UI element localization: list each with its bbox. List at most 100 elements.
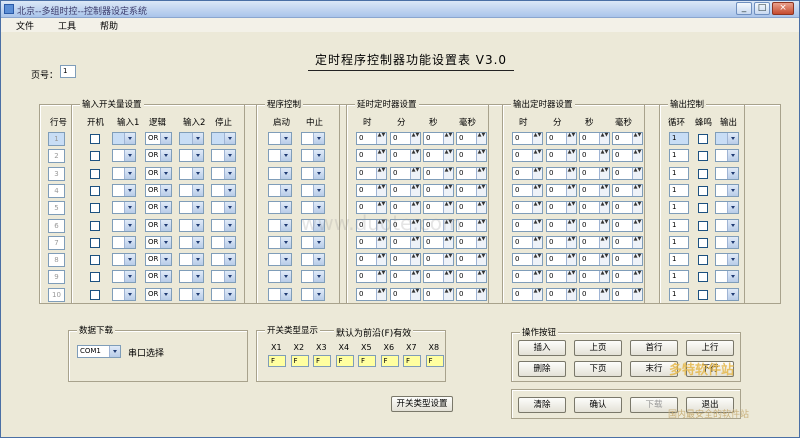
spin-arrows-icon[interactable]: ▲▼ (599, 167, 609, 179)
stop-select[interactable] (211, 287, 236, 301)
spin-arrows-icon[interactable]: ▲▼ (632, 271, 642, 283)
power-checkbox[interactable] (90, 203, 100, 214)
out-hour-spin[interactable]: 0 ▲▼ (512, 218, 543, 232)
input1-select[interactable] (112, 201, 136, 215)
spin-arrows-icon[interactable]: ▲▼ (599, 236, 609, 248)
output-select[interactable] (715, 235, 739, 249)
output-select[interactable] (715, 166, 739, 180)
spin-arrows-icon[interactable]: ▲▼ (410, 236, 420, 248)
page-up-button[interactable]: 上页 (574, 340, 622, 356)
page-no-input[interactable]: 1 (60, 65, 76, 78)
spin-arrows-icon[interactable]: ▲▼ (443, 133, 453, 144)
spin-arrows-icon[interactable]: ▲▼ (599, 184, 609, 196)
output-select[interactable] (715, 287, 739, 301)
switch-value-x7[interactable]: F (403, 355, 421, 367)
confirm-button[interactable]: 确认 (574, 397, 622, 413)
cycle-input[interactable]: 1 (669, 201, 689, 215)
out-sec-spin[interactable]: 0 ▲▼ (579, 201, 610, 215)
out-min-spin[interactable]: 0 ▲▼ (546, 270, 577, 284)
spin-arrows-icon[interactable]: ▲▼ (599, 202, 609, 214)
spin-arrows-icon[interactable]: ▲▼ (443, 288, 453, 300)
out-ms-spin[interactable]: 0 ▲▼ (612, 287, 643, 301)
out-min-spin[interactable]: 0 ▲▼ (546, 201, 577, 215)
input2-select[interactable] (179, 149, 204, 163)
spin-arrows-icon[interactable]: ▲▼ (632, 219, 642, 231)
logic-select[interactable]: OR (145, 166, 172, 180)
delay-ms-spin[interactable]: 0 ▲▼ (456, 287, 487, 301)
out-min-spin[interactable]: 0 ▲▼ (546, 253, 577, 267)
logic-select[interactable]: OR (145, 253, 172, 267)
spin-arrows-icon[interactable]: ▲▼ (566, 288, 576, 300)
spin-arrows-icon[interactable]: ▲▼ (632, 288, 642, 300)
spin-arrows-icon[interactable]: ▲▼ (632, 133, 642, 144)
spin-arrows-icon[interactable]: ▲▼ (632, 202, 642, 214)
delay-sec-spin[interactable]: 0 ▲▼ (423, 287, 454, 301)
spin-arrows-icon[interactable]: ▲▼ (632, 184, 642, 196)
close-button[interactable]: × (772, 2, 794, 15)
input2-select[interactable] (179, 253, 204, 267)
switch-value-x5[interactable]: F (358, 355, 376, 367)
spin-arrows-icon[interactable]: ▲▼ (376, 236, 386, 248)
delay-hour-spin[interactable]: 0 ▲▼ (356, 166, 387, 180)
delay-hour-spin[interactable]: 0 ▲▼ (356, 270, 387, 284)
spin-arrows-icon[interactable]: ▲▼ (376, 288, 386, 300)
switch-value-x6[interactable]: F (380, 355, 399, 367)
spin-arrows-icon[interactable]: ▲▼ (532, 236, 542, 248)
stop-select[interactable] (211, 253, 236, 267)
logic-select[interactable]: OR (145, 201, 172, 215)
logic-select[interactable]: OR (145, 235, 172, 249)
spin-arrows-icon[interactable]: ▲▼ (476, 167, 486, 179)
buzzer-checkbox[interactable] (698, 289, 708, 300)
input2-select[interactable] (179, 183, 204, 197)
spin-arrows-icon[interactable]: ▲▼ (476, 184, 486, 196)
spin-arrows-icon[interactable]: ▲▼ (443, 150, 453, 162)
spin-arrows-icon[interactable]: ▲▼ (532, 184, 542, 196)
start-select[interactable] (268, 132, 292, 145)
spin-arrows-icon[interactable]: ▲▼ (599, 150, 609, 162)
out-ms-spin[interactable]: 0 ▲▼ (612, 201, 643, 215)
spin-arrows-icon[interactable]: ▲▼ (532, 167, 542, 179)
stop-select[interactable] (211, 166, 236, 180)
abort-select[interactable] (301, 149, 325, 163)
spin-arrows-icon[interactable]: ▲▼ (566, 202, 576, 214)
cycle-input[interactable]: 1 (669, 132, 689, 145)
out-ms-spin[interactable]: 0 ▲▼ (612, 270, 643, 284)
spin-arrows-icon[interactable]: ▲▼ (410, 271, 420, 283)
cycle-input[interactable]: 1 (669, 149, 689, 163)
buzzer-checkbox[interactable] (698, 220, 708, 231)
delay-sec-spin[interactable]: 0 ▲▼ (423, 253, 454, 267)
spin-arrows-icon[interactable]: ▲▼ (376, 133, 386, 144)
spin-arrows-icon[interactable]: ▲▼ (632, 150, 642, 162)
spin-arrows-icon[interactable]: ▲▼ (599, 254, 609, 266)
spin-arrows-icon[interactable]: ▲▼ (376, 184, 386, 196)
maximize-button[interactable]: □ (754, 2, 770, 15)
input1-select[interactable] (112, 253, 136, 267)
buzzer-checkbox[interactable] (698, 203, 708, 214)
output-select[interactable] (715, 201, 739, 215)
input2-select[interactable] (179, 270, 204, 284)
menu-file[interactable]: 文件 (16, 19, 34, 32)
spin-arrows-icon[interactable]: ▲▼ (532, 219, 542, 231)
delay-min-spin[interactable]: 0 ▲▼ (390, 166, 421, 180)
spin-arrows-icon[interactable]: ▲▼ (476, 133, 486, 144)
out-sec-spin[interactable]: 0 ▲▼ (579, 183, 610, 197)
spin-arrows-icon[interactable]: ▲▼ (376, 167, 386, 179)
buzzer-checkbox[interactable] (698, 255, 708, 266)
stop-select[interactable] (211, 235, 236, 249)
out-hour-spin[interactable]: 0 ▲▼ (512, 235, 543, 249)
spin-arrows-icon[interactable]: ▲▼ (566, 219, 576, 231)
out-ms-spin[interactable]: 0 ▲▼ (612, 166, 643, 180)
spin-arrows-icon[interactable]: ▲▼ (376, 254, 386, 266)
out-min-spin[interactable]: 0 ▲▼ (546, 235, 577, 249)
delay-min-spin[interactable]: 0 ▲▼ (390, 132, 421, 145)
delay-hour-spin[interactable]: 0 ▲▼ (356, 183, 387, 197)
out-ms-spin[interactable]: 0 ▲▼ (612, 132, 643, 145)
port-select[interactable]: COM1 (77, 345, 121, 358)
spin-arrows-icon[interactable]: ▲▼ (476, 288, 486, 300)
spin-arrows-icon[interactable]: ▲▼ (566, 254, 576, 266)
spin-arrows-icon[interactable]: ▲▼ (599, 288, 609, 300)
out-min-spin[interactable]: 0 ▲▼ (546, 183, 577, 197)
buzzer-checkbox[interactable] (698, 151, 708, 162)
delay-min-spin[interactable]: 0 ▲▼ (390, 183, 421, 197)
out-hour-spin[interactable]: 0 ▲▼ (512, 287, 543, 301)
